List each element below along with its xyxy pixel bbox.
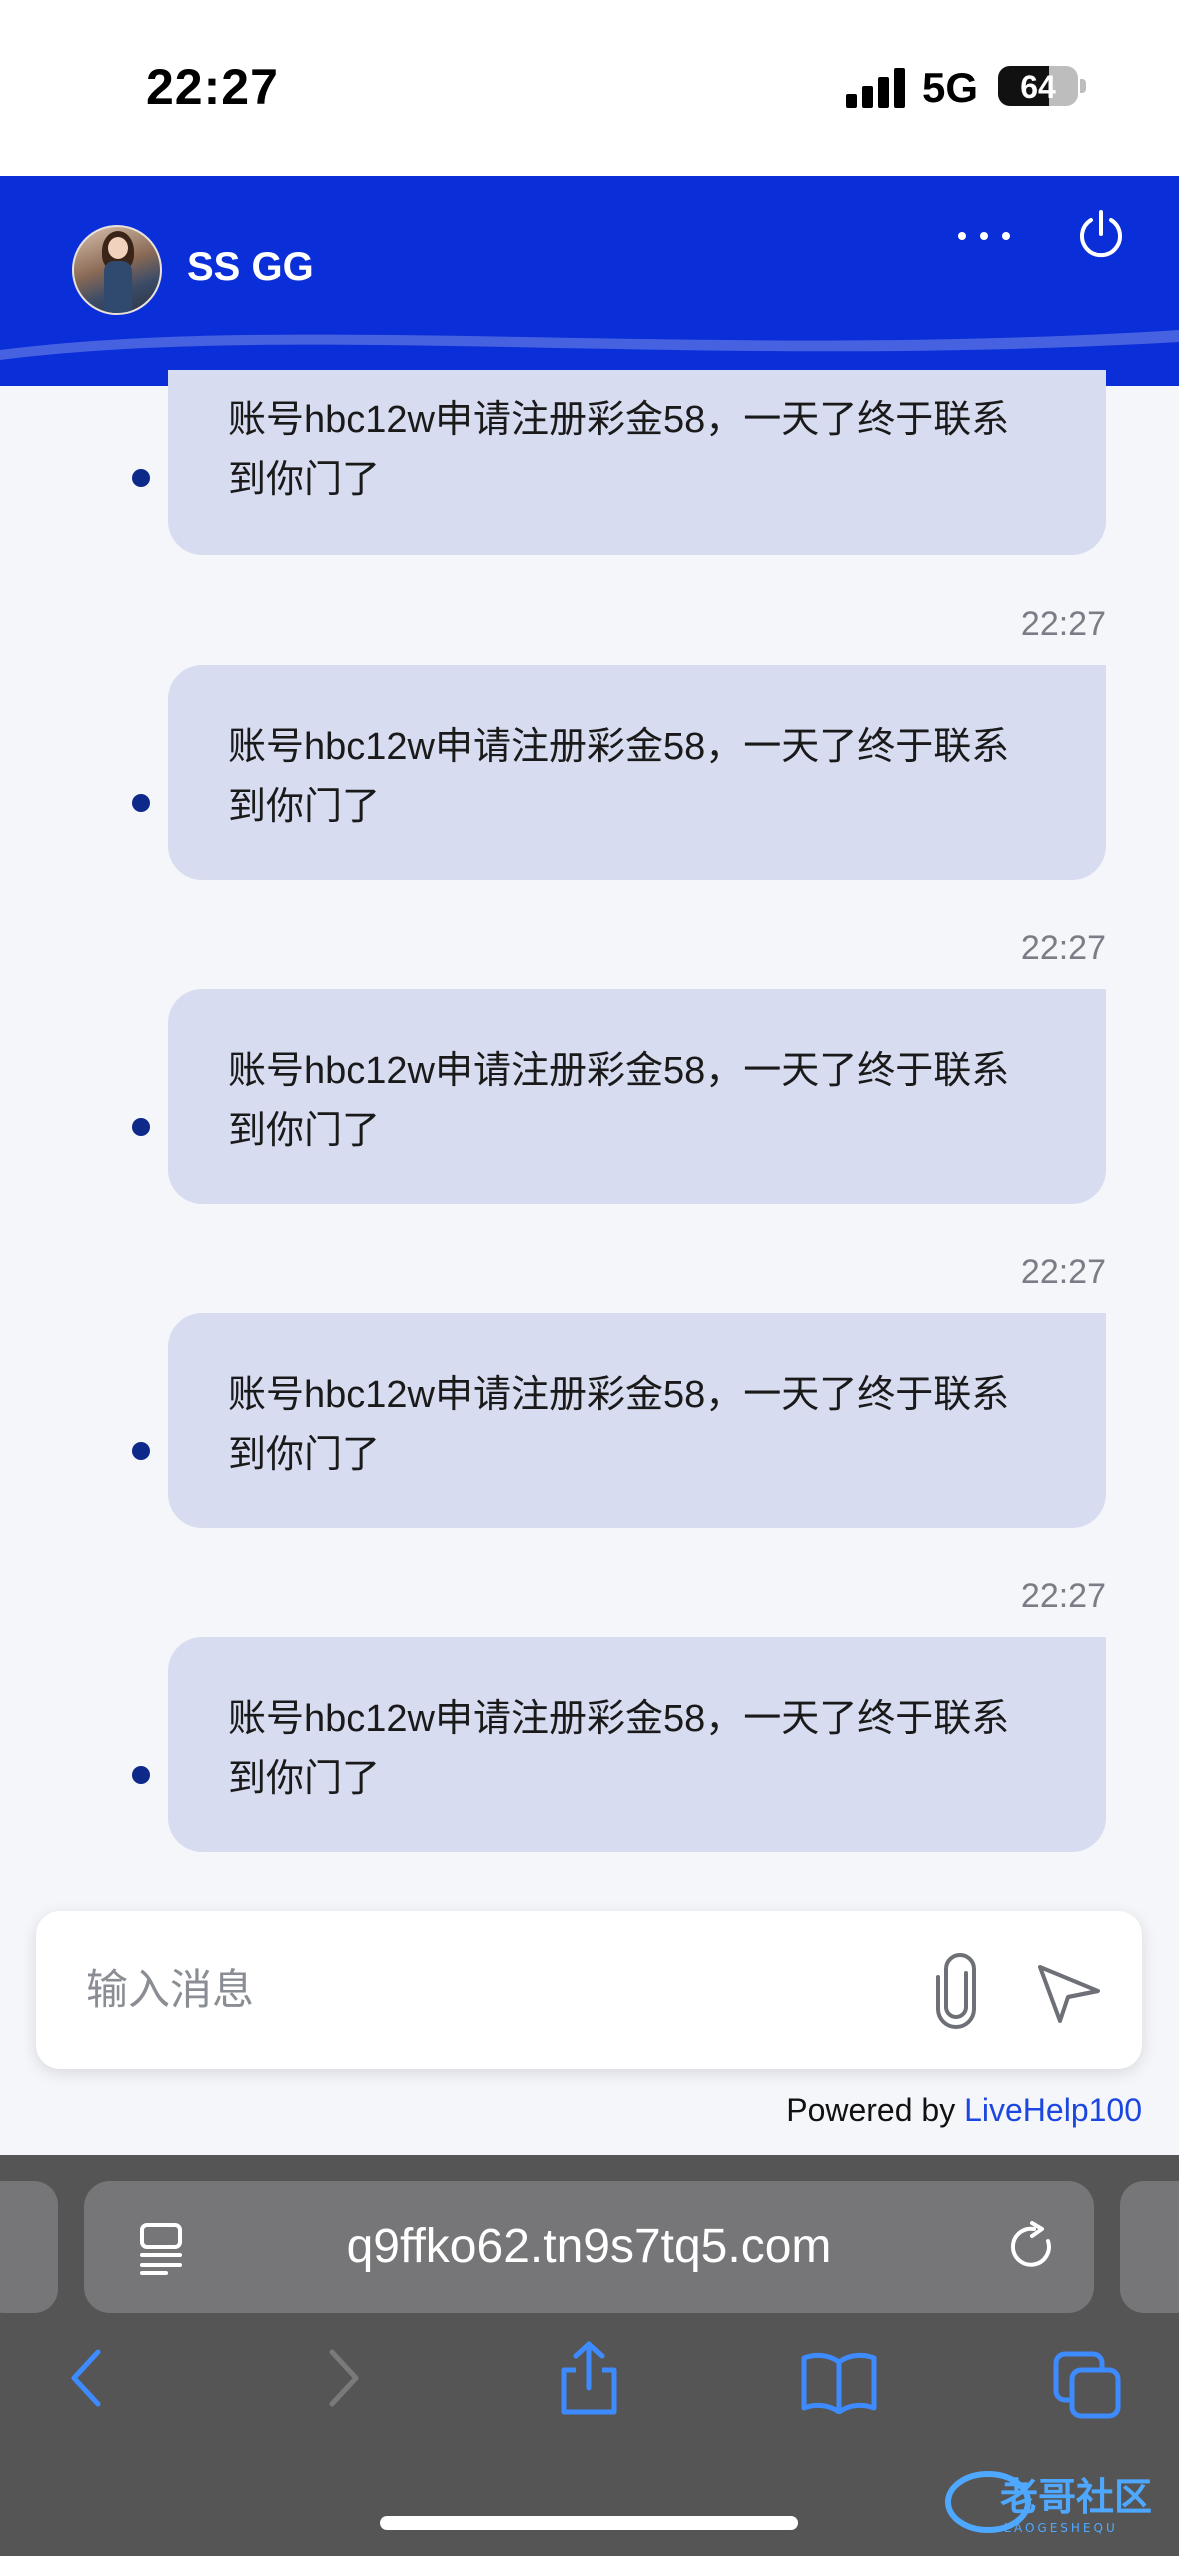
message-bubble[interactable]: 账号hbc12w申请注册彩金58，一天了终于联系到你门了 <box>168 1637 1106 1852</box>
watermark-text: 老哥社区 <box>1000 2475 1152 2519</box>
battery-level: 64 <box>1020 69 1056 105</box>
message-bubble[interactable]: 账号hbc12w申请注册彩金58，一天了终于联系到你门了 <box>168 370 1106 555</box>
url-text: q9ffko62.tn9s7tq5.com <box>346 2220 832 2273</box>
previous-tab[interactable] <box>0 2181 58 2313</box>
message-time: 22:27 <box>1020 929 1106 967</box>
bookmarks-icon[interactable] <box>800 2352 878 2414</box>
battery-cap <box>1080 79 1086 93</box>
more-horizontal-icon[interactable] <box>956 220 1012 250</box>
livehelp-link[interactable]: LiveHelp100 <box>964 2092 1142 2128</box>
powered-prefix: Powered by <box>786 2092 965 2128</box>
next-tab[interactable] <box>1120 2181 1179 2313</box>
message-time: 22:27 <box>1020 1577 1106 1615</box>
message-bubble[interactable]: 账号hbc12w申请注册彩金58，一天了终于联系到你门了 <box>168 1313 1106 1528</box>
watermark-logo: 老哥社区 LAOGESHEQU <box>945 2471 1152 2535</box>
home-indicator <box>380 2516 798 2530</box>
message-composer <box>36 1911 1142 2069</box>
message-status-dot <box>132 469 150 487</box>
message-status-dot <box>132 1766 150 1784</box>
message-bubble[interactable]: 账号hbc12w申请注册彩金58，一天了终于联系到你门了 <box>168 665 1106 880</box>
reload-icon[interactable] <box>1004 2219 1060 2275</box>
watermark-subtext: LAOGESHEQU <box>1004 2521 1118 2535</box>
power-icon[interactable] <box>1074 208 1128 262</box>
status-time: 22:27 <box>146 59 279 115</box>
message-status-dot <box>132 1118 150 1136</box>
network-type: 5G <box>922 64 979 111</box>
status-bar: 22:27 5G 64 <box>0 0 1179 176</box>
tabs-icon[interactable] <box>1052 2350 1124 2420</box>
message-input[interactable] <box>86 1957 886 2023</box>
address-bar[interactable]: q9ffko62.tn9s7tq5.com <box>84 2181 1094 2313</box>
message-list[interactable]: 账号hbc12w申请注册彩金58，一天了终于联系到你门了 22:27 账号hbc… <box>0 370 1179 1910</box>
message-time: 22:27 <box>1020 1253 1106 1291</box>
avatar[interactable] <box>72 225 162 315</box>
battery-icon: 64 <box>998 66 1078 106</box>
powered-by: Powered by LiveHelp100 <box>786 2092 1142 2129</box>
message-status-dot <box>132 1442 150 1460</box>
message-bubble[interactable]: 账号hbc12w申请注册彩金58，一天了终于联系到你门了 <box>168 989 1106 1204</box>
send-icon[interactable] <box>1034 1961 1104 2025</box>
message-time: 22:27 <box>1020 605 1106 643</box>
contact-name: SS GG <box>187 245 314 289</box>
forward-icon[interactable] <box>322 2348 364 2408</box>
back-icon[interactable] <box>66 2348 108 2408</box>
message-status-dot <box>132 794 150 812</box>
cellular-signal-icon <box>846 68 906 108</box>
paperclip-icon[interactable] <box>922 1951 994 2031</box>
share-icon[interactable] <box>556 2340 622 2416</box>
